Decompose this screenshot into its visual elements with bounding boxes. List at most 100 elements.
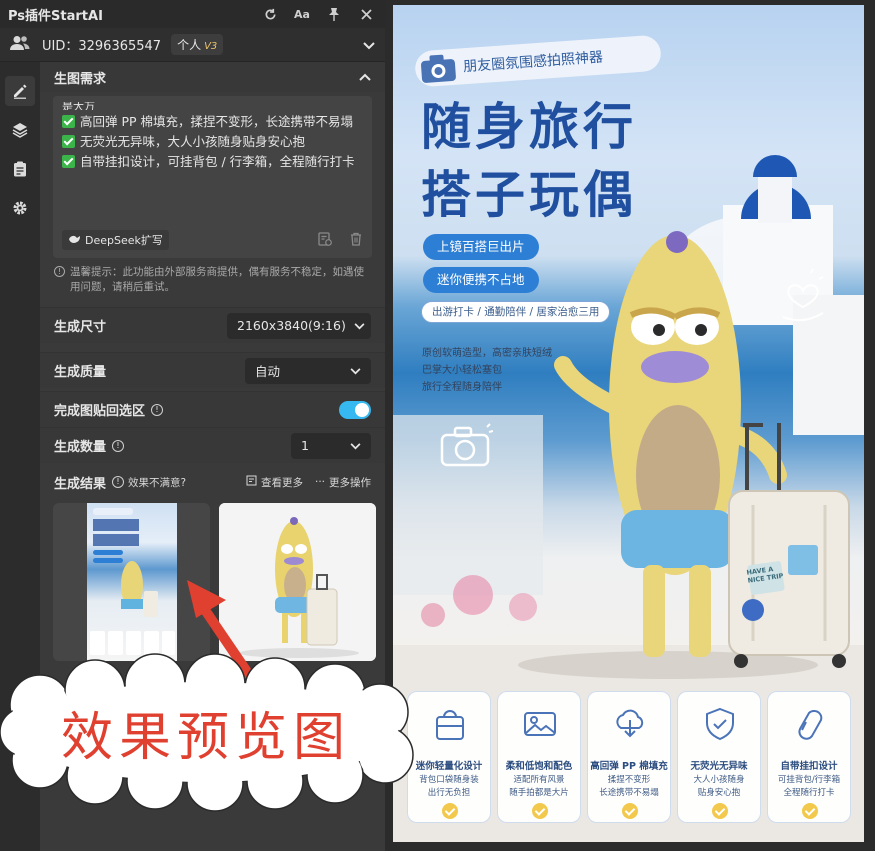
poster-pill-3: 出游打卡 / 通勤陪伴 / 居家治愈三用 <box>421 301 611 323</box>
pin-icon[interactable] <box>323 3 345 25</box>
info-icon[interactable]: ! <box>151 403 164 416</box>
info-icon: ! <box>54 266 65 277</box>
feature-desc-line: 背包口袋随身装 <box>419 775 479 785</box>
info-icon[interactable]: ! <box>112 439 125 452</box>
count-select[interactable]: 1 <box>291 432 371 459</box>
feature-title: 无荧光无异味 <box>690 761 748 772</box>
feature-desc: 可挂背包/行李箱 全程随行打卡 <box>768 774 850 800</box>
picture-icon <box>524 712 556 736</box>
deepseek-label: DeepSeek扩写 <box>85 234 163 247</box>
quality-select[interactable]: 自动 <box>245 357 371 384</box>
check-badge-icon <box>532 803 548 819</box>
feature-desc-line: 适配所有风景 <box>513 775 565 785</box>
window-title: Ps插件StartAI <box>8 8 103 24</box>
user-bar[interactable]: UID：3296365547 个人 V3 <box>0 28 385 62</box>
feature-cards: 迷你轻量化设计 背包口袋随身装 出行无负担 柔和低饱和配色 适配所有风景 随手拍都是… <box>407 691 851 823</box>
results-header: 生成结果 ! 效果不满意? 查看更多 ··· 更多操作 <box>40 466 385 498</box>
feature-desc-line: 随手拍都是大片 <box>509 788 569 798</box>
requirement-bullet-text: 无荧光无异味，大人小孩随身贴身安心抱 <box>80 134 306 149</box>
feature-card: 自带挂扣设计 可挂背包/行李箱 全程随行打卡 <box>767 691 851 823</box>
info-icon[interactable]: ! <box>112 476 125 488</box>
chevron-down-icon <box>342 438 361 453</box>
results-title: 生成结果 <box>54 476 107 492</box>
result-thumbnail-poster[interactable] <box>53 503 210 661</box>
paste-back-row: 完成图贴回选区 ! <box>40 391 385 427</box>
feature-desc-line: 揉捏不变形 <box>607 775 651 785</box>
poster-description-line: 旅行全程随身陪伴 <box>422 382 502 393</box>
poster-description-line: 巴掌大小轻松塞包 <box>422 365 502 376</box>
unsatisfied-link[interactable]: 效果不满意? <box>128 475 186 490</box>
plan-name: 个人 <box>177 38 202 52</box>
poster-tag-text: 朋友圈氛围感拍照神器 <box>462 49 604 76</box>
feature-desc-line: 可挂背包/行李箱 <box>777 775 841 785</box>
feature-desc: 大人小孩随身 贴身安心抱 <box>678 774 760 800</box>
results-actions: 查看更多 ··· 更多操作 <box>246 475 371 490</box>
requirement-bullet-text: 高回弹 PP 棉填充，揉捏不变形，长途携带不易塌 <box>80 114 354 129</box>
chevron-down-icon[interactable] <box>363 35 375 54</box>
requirement-bullet: 无荧光无异味，大人小孩随身贴身安心抱 <box>62 132 362 152</box>
pencil-icon[interactable] <box>5 76 35 106</box>
poster-pill-2: 迷你便携不占地 <box>423 267 539 293</box>
feature-card: 迷你轻量化设计 背包口袋随身装 出行无负担 <box>407 691 491 823</box>
feature-desc-line: 出行无负担 <box>427 788 471 798</box>
refresh-icon[interactable] <box>259 3 281 25</box>
requirement-textarea[interactable]: 是大万 高回弹 PP 棉填充，揉捏不变形，长途携带不易塌 无荧光无异味，大人小孩… <box>53 96 372 258</box>
title-bar: Ps插件StartAI Aa <box>0 0 385 28</box>
requirement-cut-line: 是大万 <box>62 102 95 110</box>
feature-card: 柔和低饱和配色 适配所有风景 随手拍都是大片 <box>497 691 581 823</box>
feature-desc-line: 贴身安心抱 <box>697 788 741 798</box>
view-more-button[interactable]: 查看更多 <box>261 475 303 490</box>
close-icon[interactable] <box>355 3 377 25</box>
requirement-tools <box>300 232 362 250</box>
layers-icon[interactable] <box>5 115 35 145</box>
feature-card: 高回弹 PP 棉填充 揉捏不变形长途携带不易塌 <box>587 691 671 823</box>
checkbox-icon <box>62 115 75 128</box>
size-select[interactable]: 2160x3840(9:16) <box>227 312 371 339</box>
feature-title: 自带挂扣设计 <box>780 761 838 772</box>
chevron-down-icon <box>346 318 365 333</box>
clipboard-icon[interactable] <box>5 154 35 184</box>
paste-back-toggle[interactable] <box>339 400 371 419</box>
poster-pill-1: 上镜百搭巨出片 <box>423 234 539 260</box>
count-row: 生成数量 ! 1 <box>40 427 385 463</box>
deepseek-expand-button[interactable]: DeepSeek扩写 <box>62 230 169 250</box>
view-more-icon <box>246 475 257 490</box>
poster-description: 原创软萌造型，高密亲肤短绒 巴掌大小轻松塞包 旅行全程随身陪伴 <box>422 345 552 396</box>
more-actions-button[interactable]: 更多操作 <box>329 475 371 490</box>
feature-desc-line: 全程随行打卡 <box>783 788 835 798</box>
count-value: 1 <box>301 438 309 453</box>
count-label: 生成数量 <box>54 440 107 455</box>
preview-poster: 朋友圈氛围感拍照神器 随身旅行 搭子玩偶 上镜百搭巨出片 迷你便携不占地 出游打… <box>393 5 864 842</box>
checkbox-icon <box>62 135 75 148</box>
feature-desc: 适配所有风景 随手拍都是大片 <box>498 774 580 800</box>
poster-description-line: 原创软萌造型，高密亲肤短绒 <box>422 348 552 359</box>
requirement-title: 生图需求 <box>54 71 107 87</box>
poster-headline-1: 随身旅行 <box>421 98 637 156</box>
feature-title: 高回弹 PP 棉填充 <box>590 761 668 772</box>
requirement-header[interactable]: 生图需求 <box>40 62 385 92</box>
size-row: 生成尺寸 2160x3840(9:16) <box>40 307 385 343</box>
feature-desc-line: 大人小孩随身 <box>693 775 745 785</box>
chevron-up-icon[interactable] <box>359 70 371 85</box>
quality-label: 生成质量 <box>54 365 107 380</box>
gear-icon[interactable] <box>5 193 35 223</box>
heart-doodle-icon <box>773 267 833 331</box>
shield-icon <box>706 707 734 741</box>
history-icon[interactable] <box>318 232 332 250</box>
camera-icon <box>418 51 458 90</box>
feature-desc-line: 长途携带不易塌 <box>599 788 659 798</box>
font-size-toggle[interactable]: Aa <box>291 3 313 25</box>
check-badge-icon <box>442 803 458 819</box>
deepseek-icon <box>68 234 81 247</box>
feature-title: 迷你轻量化设计 <box>415 761 483 772</box>
size-label: 生成尺寸 <box>54 320 107 335</box>
user-id: UID：3296365547 <box>42 39 162 54</box>
plan-version: V3 <box>204 41 218 52</box>
thumbnail-plush-image <box>219 503 376 661</box>
result-thumbnail-plush[interactable] <box>219 503 376 661</box>
trash-icon[interactable] <box>350 232 362 250</box>
camera-doodle-icon <box>439 423 494 473</box>
check-badge-icon <box>622 803 638 819</box>
quality-value: 自动 <box>255 364 281 379</box>
more-icon: ··· <box>314 476 325 488</box>
